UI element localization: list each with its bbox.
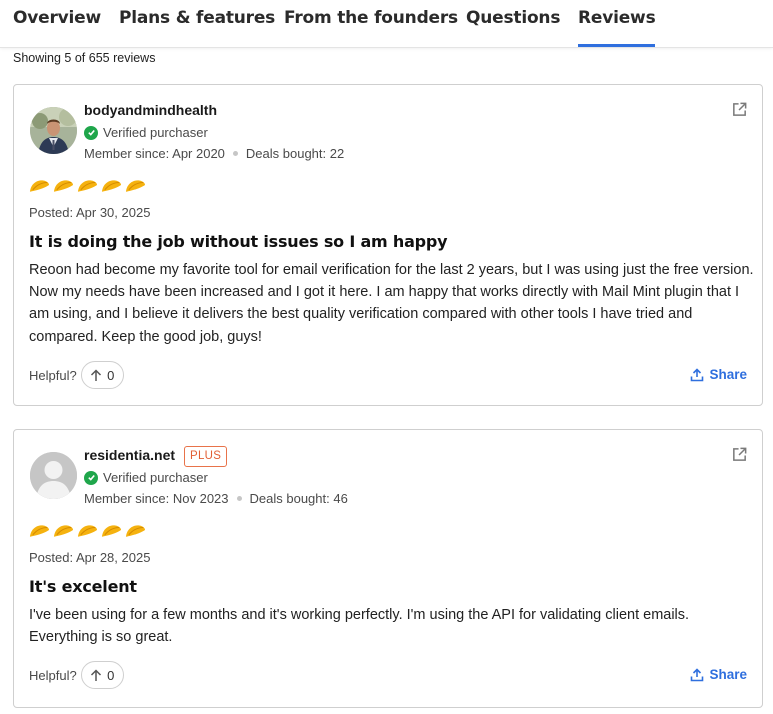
tab-plans-features[interactable]: Plans & features <box>119 8 275 28</box>
upvote-button[interactable]: 0 <box>80 361 124 389</box>
meta-separator <box>232 151 238 156</box>
taco-icon <box>101 180 122 192</box>
review-body: I've been using for a few months and it'… <box>29 607 690 646</box>
taco-icon <box>29 180 50 192</box>
review-body: Reoon had become my favorite tool for em… <box>29 262 754 345</box>
share-icon <box>691 367 704 381</box>
avatar <box>30 452 77 499</box>
tab-questions[interactable]: Questions <box>466 8 560 28</box>
avatar <box>30 107 77 154</box>
verified-label: Verified purchaser <box>103 470 208 485</box>
taco-icon <box>53 525 74 537</box>
taco-icon <box>29 525 50 537</box>
arrow-up-icon <box>91 368 102 381</box>
share-button[interactable]: Share <box>690 367 747 382</box>
verified-label: Verified purchaser <box>103 125 208 140</box>
taco-icon <box>77 180 98 192</box>
helpful-count: 0 <box>107 367 115 383</box>
helpful-count: 0 <box>107 667 115 683</box>
share-icon <box>691 667 704 681</box>
external-link-icon[interactable] <box>731 446 748 463</box>
taco-icon <box>53 180 74 192</box>
taco-icon <box>77 525 98 537</box>
arrow-up-icon <box>91 668 102 681</box>
meta-separator <box>236 496 242 501</box>
verified-purchaser: Verified purchaser <box>84 125 208 140</box>
tab-from-the-founders[interactable]: From the founders <box>284 8 458 28</box>
tab-overview[interactable]: Overview <box>13 8 101 28</box>
taco-icon <box>101 525 122 537</box>
member-since: Member since: Nov 2023 <box>84 491 229 506</box>
member-since: Member since: Apr 2020 <box>84 146 225 161</box>
helpful-section: Helpful? 0 <box>29 661 124 689</box>
reviewer-meta: Member since: Nov 2023 Deals bought: 46 <box>84 491 348 506</box>
share-label: Share <box>709 667 747 682</box>
reviewer-name[interactable]: bodyandmindhealth <box>84 102 217 118</box>
review-card: residentia.net PLUS Verified purchaser M… <box>13 429 763 708</box>
tab-reviews[interactable]: Reviews <box>578 8 656 47</box>
review-count: Showing 5 of 655 reviews <box>13 51 156 65</box>
plus-badge: PLUS <box>184 446 228 467</box>
posted-date: Posted: Apr 28, 2025 <box>29 550 151 565</box>
review-card: bodyandmindhealth Verified purchaser Mem… <box>13 84 763 406</box>
deals-bought: Deals bought: 46 <box>249 491 348 506</box>
tab-bar: Overview Plans & features From the found… <box>0 0 773 48</box>
deals-bought: Deals bought: 22 <box>245 146 345 161</box>
share-label: Share <box>709 367 747 382</box>
verified-check-icon <box>84 125 98 140</box>
review-title: It is doing the job without issues so I … <box>29 232 448 251</box>
verified-purchaser: Verified purchaser <box>84 470 208 485</box>
verified-check-icon <box>84 470 98 485</box>
upvote-button[interactable]: 0 <box>80 661 124 689</box>
rating-stars <box>29 179 146 193</box>
reviewer-name[interactable]: residentia.net <box>84 447 175 463</box>
rating-stars <box>29 524 146 538</box>
reviewer-meta: Member since: Apr 2020 Deals bought: 22 <box>84 146 344 161</box>
default-avatar-icon <box>30 452 77 499</box>
review-title: It's excelent <box>29 577 137 596</box>
taco-icon <box>125 525 146 537</box>
helpful-label: Helpful? <box>29 367 77 383</box>
external-link-icon[interactable] <box>731 101 748 118</box>
share-button[interactable]: Share <box>690 667 747 682</box>
posted-date: Posted: Apr 30, 2025 <box>29 205 151 220</box>
helpful-label: Helpful? <box>29 667 77 683</box>
taco-icon <box>125 180 146 192</box>
helpful-section: Helpful? 0 <box>29 361 124 389</box>
